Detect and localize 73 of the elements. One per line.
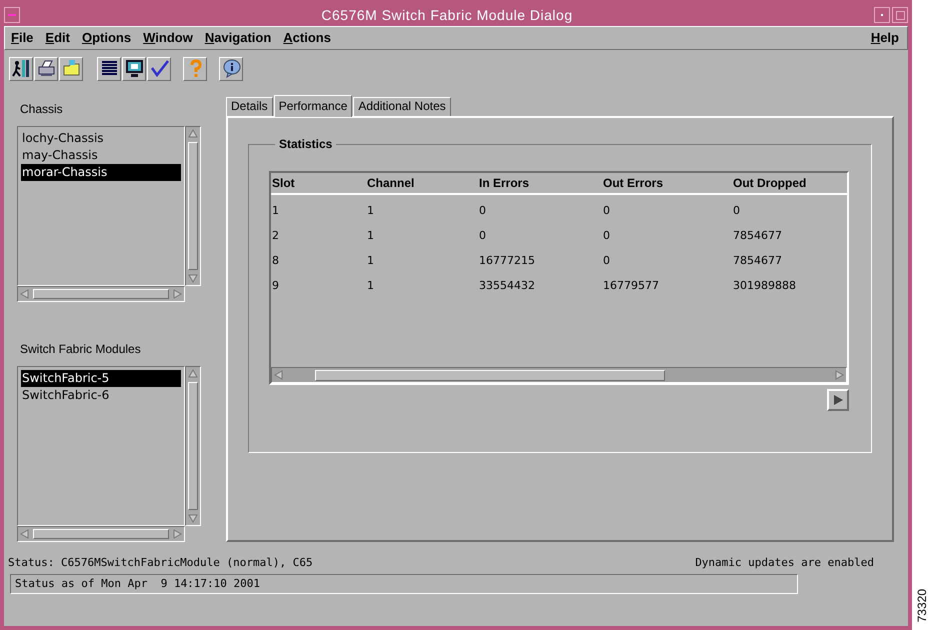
list-item[interactable]: lochy-Chassis	[21, 130, 181, 147]
table-cell-text: 33554432	[478, 278, 536, 294]
menu-item[interactable]: Window	[143, 28, 193, 48]
column-header[interactable]: Out Errors	[602, 174, 732, 192]
table-cell-text: 1	[366, 203, 375, 220]
table-cell-text: 9	[271, 278, 280, 294]
scroll-right-icon[interactable]	[171, 528, 183, 540]
table-cell-text: 7854677	[732, 228, 783, 244]
updates-status: Dynamic updates are enabled	[695, 554, 874, 571]
table-cell-text: 1	[366, 228, 375, 244]
scroll-right-icon[interactable]	[833, 369, 845, 381]
exit-icon[interactable]	[9, 56, 33, 80]
list-label: Chassis	[20, 101, 64, 118]
column-header[interactable]: Slot	[271, 174, 366, 192]
table-cell-text: 0	[602, 253, 611, 270]
table-cell-text: 7854677	[732, 253, 783, 270]
menu-item[interactable]: Edit	[45, 28, 70, 48]
menu-item[interactable]: Options	[82, 28, 132, 48]
table-cell-text: 16779577	[602, 278, 660, 294]
tab[interactable]: Additional Notes	[353, 97, 451, 116]
column-header[interactable]: Channel	[366, 174, 478, 192]
menu-item[interactable]: Actions	[283, 28, 331, 48]
table-cell-text: 1	[366, 278, 375, 294]
table-cell-text: 0	[478, 228, 487, 244]
menu-item[interactable]: Navigation	[204, 28, 272, 48]
scroll-up-icon[interactable]	[187, 368, 199, 380]
horizontal-scrollbar[interactable]	[17, 286, 185, 302]
scroll-down-icon[interactable]	[187, 512, 199, 524]
play-icon	[832, 394, 844, 406]
monitor-icon[interactable]	[122, 56, 146, 80]
help-menu[interactable]: Help	[870, 28, 899, 48]
list-icon[interactable]	[97, 56, 121, 80]
group-title: Statistics	[278, 136, 334, 153]
status-time: Status as of Mon Apr 9 14:17:10 2001	[15, 576, 260, 592]
help-icon[interactable]	[183, 56, 207, 80]
column-header[interactable]: In Errors	[478, 174, 602, 192]
list-label: Switch Fabric Modules	[20, 341, 142, 358]
horizontal-scrollbar[interactable]	[271, 367, 847, 383]
window-title: C6576M Switch Fabric Module Dialog	[320, 6, 574, 25]
table-cell-text: 1	[271, 203, 280, 220]
folder-icon[interactable]	[59, 56, 83, 80]
list-item[interactable]: may-Chassis	[21, 147, 181, 164]
table-cell-text: 0	[602, 228, 611, 244]
column-header[interactable]: Out Dropped	[732, 174, 842, 192]
table-cell-text: 8	[271, 253, 280, 270]
table-cell-text: 1	[366, 253, 375, 270]
table-cell-text: 2	[271, 228, 280, 244]
tab[interactable]: Performance	[274, 95, 352, 117]
vertical-scrollbar[interactable]	[185, 126, 201, 286]
scroll-left-icon[interactable]	[19, 528, 31, 540]
next-button[interactable]	[827, 389, 849, 411]
figure-number: 73320	[916, 588, 928, 622]
status-text: Status: C6576MSwitchFabricModule (normal), C65	[8, 554, 313, 571]
scroll-up-icon[interactable]	[187, 128, 199, 140]
info-icon[interactable]	[219, 56, 243, 80]
printer-icon[interactable]	[34, 56, 58, 80]
tab[interactable]: Details	[226, 97, 273, 116]
table-cell-text: 0	[478, 203, 487, 220]
scroll-left-icon[interactable]	[273, 369, 285, 381]
menu-item[interactable]: File	[11, 28, 34, 48]
table-cell-text: 0	[602, 203, 611, 220]
checkmark-icon[interactable]	[147, 56, 171, 80]
table-cell-text: 16777215	[478, 253, 536, 270]
scroll-left-icon[interactable]	[19, 288, 31, 300]
vertical-scrollbar[interactable]	[185, 366, 201, 526]
horizontal-scrollbar[interactable]	[17, 526, 185, 542]
list-item[interactable]: morar-Chassis	[21, 164, 181, 181]
table-cell-text: 301989888	[732, 278, 797, 294]
table-cell-text: 0	[732, 203, 741, 220]
scroll-right-icon[interactable]	[171, 288, 183, 300]
scroll-down-icon[interactable]	[187, 272, 199, 284]
list-item[interactable]: SwitchFabric-6	[21, 387, 181, 404]
list-item[interactable]: SwitchFabric-5	[21, 370, 181, 387]
